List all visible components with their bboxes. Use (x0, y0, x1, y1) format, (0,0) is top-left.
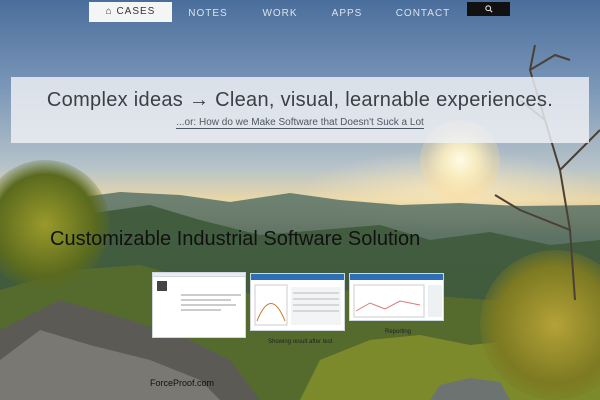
nav-item-cases[interactable]: ⌂ CASES (89, 2, 172, 22)
thumbnail-titlebar (251, 274, 344, 280)
thumbnail-3[interactable] (349, 273, 444, 321)
search-button[interactable] (467, 2, 510, 16)
thumbnail-3-caption: Reporting (385, 329, 412, 335)
banner-subtitle-link[interactable]: ...or: How do we Make Software that Does… (176, 117, 424, 129)
thumbnail-toolbar (153, 273, 245, 277)
search-icon (484, 5, 493, 13)
hero-banner: Complex ideas → Clean, visual, learnable… (11, 77, 589, 143)
nav-item-apps[interactable]: APPS (322, 4, 372, 24)
thumbnail-2-caption: Showing result after test (268, 339, 333, 345)
banner-subtitle[interactable]: ...or: How do we Make Software that Does… (11, 117, 589, 129)
project-link[interactable]: ForceProof.com (150, 378, 214, 388)
nav-item-contact[interactable]: CONTACT (388, 4, 458, 24)
nav-item-notes[interactable]: NOTES (178, 4, 238, 24)
project-title[interactable]: Customizable Industrial Software Solutio… (50, 228, 420, 251)
thumbnail-content (157, 281, 243, 331)
nav-item-work[interactable]: WORK (252, 4, 308, 24)
top-navigation: ⌂ CASES NOTES WORK APPS CONTACT (0, 0, 600, 22)
thumbnail-titlebar (350, 274, 443, 280)
thumbnail-1[interactable] (152, 272, 246, 338)
thumbnail-2[interactable] (250, 273, 345, 331)
thumbnail-chart (353, 284, 442, 318)
thumbnail-chart (254, 284, 341, 326)
banner-title: Complex ideas → Clean, visual, learnable… (46, 89, 554, 111)
